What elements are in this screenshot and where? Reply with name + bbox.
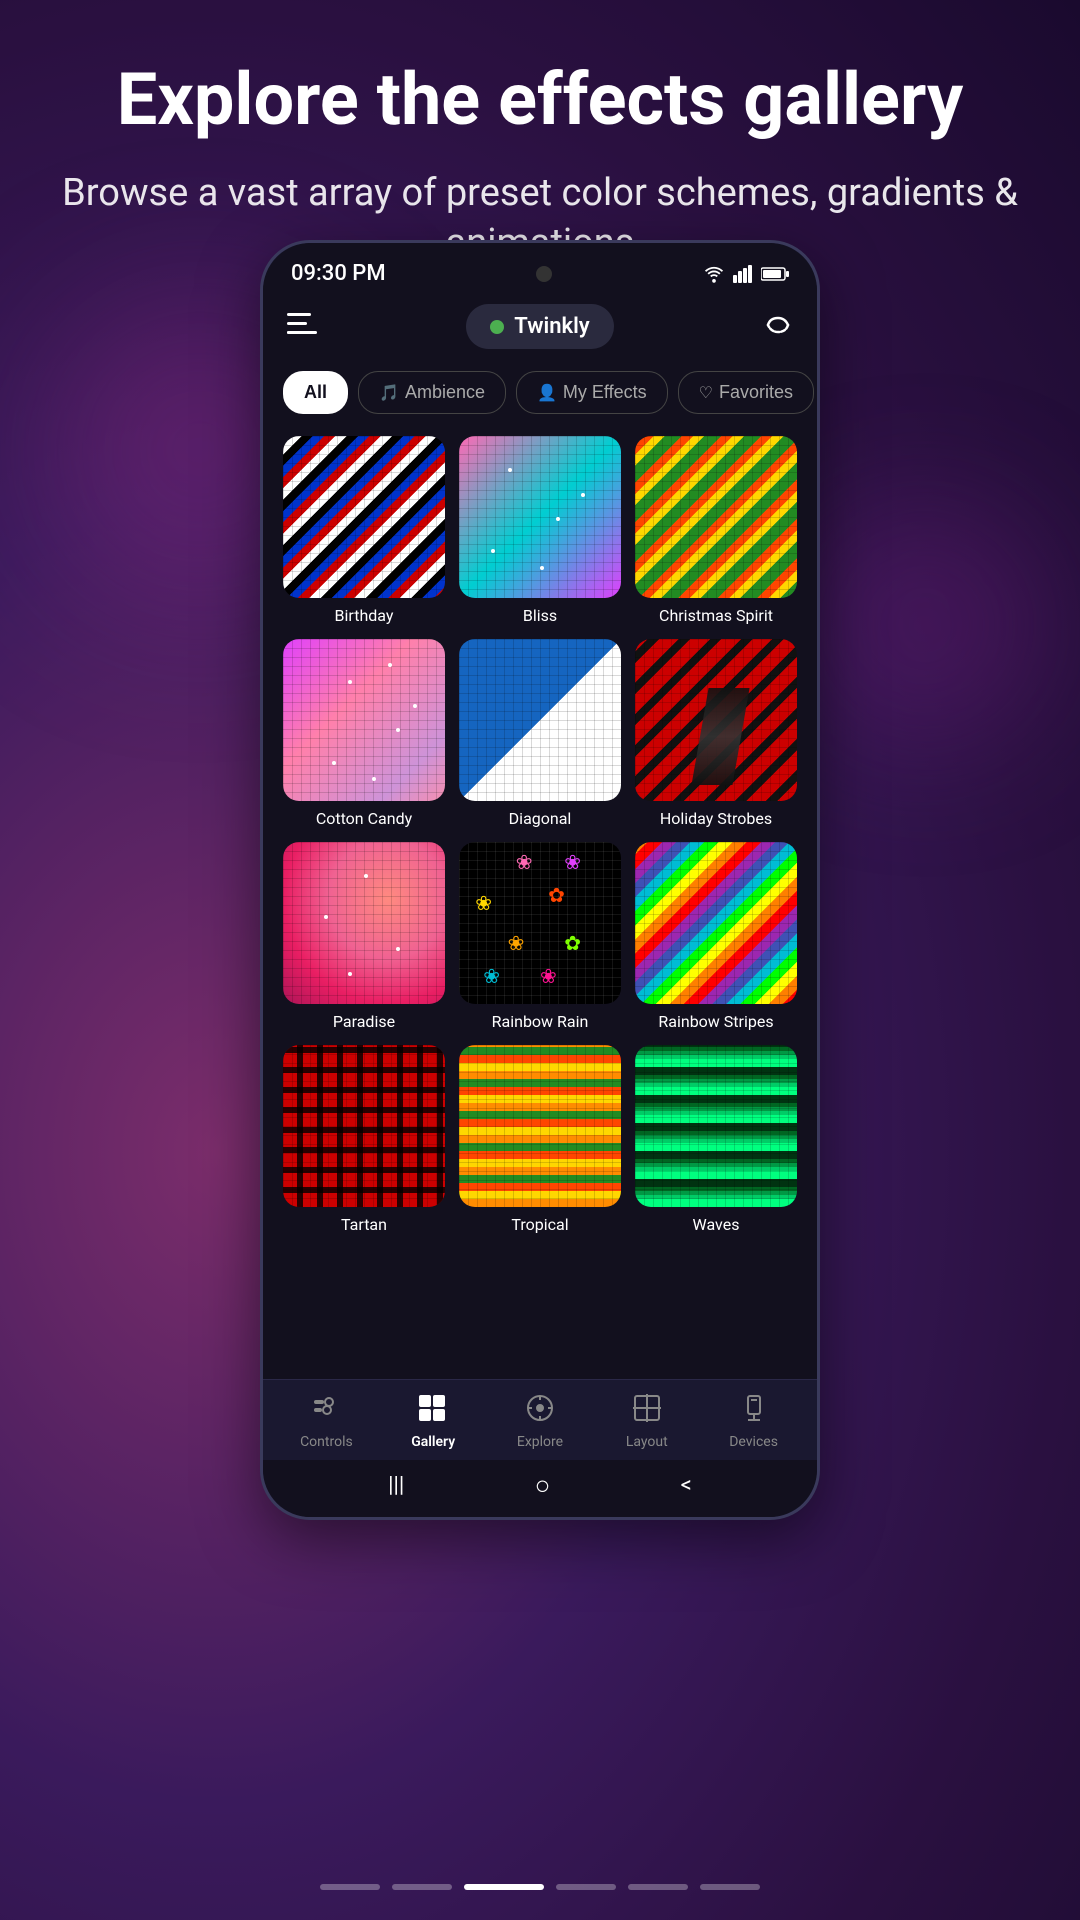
nav-layout[interactable]: Layout [607, 1394, 687, 1450]
tab-my-effects-label: My Effects [563, 382, 647, 403]
page-dot-6 [700, 1884, 760, 1890]
status-icons [703, 265, 789, 283]
back-button[interactable]: < [681, 1473, 692, 1498]
page-dot-2 [392, 1884, 452, 1890]
effect-rainbow-rain-label: Rainbow Rain [492, 1012, 589, 1031]
menu-button[interactable] [287, 312, 317, 342]
explore-icon [526, 1394, 554, 1429]
wifi-icon [703, 265, 725, 283]
effect-rainbow-rain[interactable]: ❀ ❀ ❀ ✿ ❀ ✿ ❀ ❀ Rainbow Rain [459, 842, 621, 1031]
effect-tropical[interactable]: Tropical [459, 1045, 621, 1234]
effect-waves[interactable]: Waves [635, 1045, 797, 1234]
effect-holiday-strobes-label: Holiday Strobes [660, 809, 772, 828]
effect-cotton-candy-label: Cotton Candy [316, 809, 412, 828]
effect-paradise[interactable]: Paradise [283, 842, 445, 1031]
nav-controls[interactable]: Controls [286, 1394, 366, 1450]
tab-all[interactable]: All [283, 371, 348, 414]
effect-christmas-spirit-label: Christmas Spirit [659, 606, 773, 625]
effect-birthday[interactable]: Birthday [283, 436, 445, 625]
effects-grid: Birthday Bliss [263, 426, 817, 1379]
tab-favorites[interactable]: ♡ Favorites [678, 371, 814, 414]
effect-rainbow-stripes[interactable]: Rainbow Stripes [635, 842, 797, 1031]
brand-button[interactable]: Twinkly [466, 304, 613, 349]
page-dot-3 [464, 1884, 544, 1890]
home-button[interactable]: ○ [535, 1470, 551, 1501]
devices-label: Devices [729, 1434, 778, 1450]
page-dot-1 [320, 1884, 380, 1890]
tab-favorites-label: Favorites [719, 382, 793, 403]
status-bar: 09:30 PM [263, 243, 817, 294]
signal-icon [733, 265, 753, 283]
effect-tartan[interactable]: Tartan [283, 1045, 445, 1234]
effect-bliss-label: Bliss [523, 606, 557, 625]
page-title: Explore the effects gallery [60, 60, 1020, 139]
favorites-icon: ♡ [699, 383, 713, 403]
effect-diagonal[interactable]: Diagonal [459, 639, 621, 828]
controls-icon [311, 1394, 341, 1429]
bottom-nav: Controls Gallery [263, 1379, 817, 1460]
effect-diagonal-label: Diagonal [509, 809, 572, 828]
effect-waves-label: Waves [693, 1215, 740, 1234]
effect-christmas-spirit[interactable]: Christmas Spirit [635, 436, 797, 625]
ambience-icon: 🎵 [379, 383, 399, 403]
gallery-label: Gallery [411, 1434, 455, 1450]
layout-label: Layout [626, 1434, 668, 1450]
loading-button[interactable] [763, 310, 793, 344]
my-effects-icon: 👤 [537, 383, 557, 403]
effect-bliss[interactable]: Bliss [459, 436, 621, 625]
nav-gallery[interactable]: Gallery [393, 1394, 473, 1450]
explore-label: Explore [517, 1434, 563, 1450]
tab-my-effects[interactable]: 👤 My Effects [516, 371, 668, 414]
system-nav: ||| ○ < [263, 1460, 817, 1517]
tab-ambience[interactable]: 🎵 Ambience [358, 371, 506, 414]
effect-rainbow-stripes-label: Rainbow Stripes [658, 1012, 773, 1031]
tab-ambience-label: Ambience [405, 382, 485, 403]
gallery-icon [418, 1394, 448, 1429]
effect-holiday-strobes[interactable]: Holiday Strobes [635, 639, 797, 828]
recent-apps-button[interactable]: ||| [388, 1473, 404, 1498]
page-dot-4 [556, 1884, 616, 1890]
battery-icon [761, 266, 789, 282]
page-dots [320, 1884, 760, 1890]
camera-notch [536, 266, 552, 282]
nav-explore[interactable]: Explore [500, 1394, 580, 1450]
page-dot-5 [628, 1884, 688, 1890]
controls-label: Controls [300, 1434, 353, 1450]
status-time: 09:30 PM [291, 261, 386, 286]
brand-name: Twinkly [514, 314, 589, 339]
effect-cotton-candy[interactable]: Cotton Candy [283, 639, 445, 828]
tab-all-label: All [304, 382, 327, 403]
effect-tartan-label: Tartan [341, 1215, 387, 1234]
effect-tropical-label: Tropical [511, 1215, 568, 1234]
nav-devices[interactable]: Devices [714, 1394, 794, 1450]
filter-tabs: All 🎵 Ambience 👤 My Effects ♡ Favorites [263, 359, 817, 426]
effect-paradise-label: Paradise [333, 1012, 395, 1031]
phone-screen: 09:30 PM [263, 243, 817, 1517]
layout-icon [633, 1394, 661, 1429]
effect-birthday-label: Birthday [335, 606, 394, 625]
connection-status-dot [490, 320, 504, 334]
devices-icon [740, 1394, 768, 1429]
phone-mockup: 09:30 PM [260, 240, 820, 1520]
top-nav: Twinkly [263, 294, 817, 359]
